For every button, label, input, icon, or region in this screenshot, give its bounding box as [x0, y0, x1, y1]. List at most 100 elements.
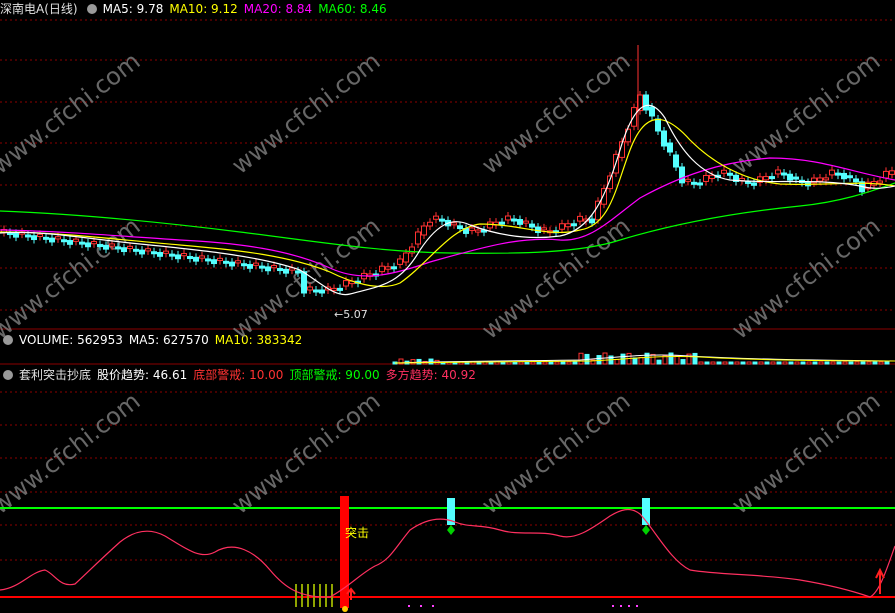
volume-bar: [806, 361, 812, 365]
candle: [235, 260, 241, 264]
watermark-layer: www.cfchi.com www.cfchi.com www.cfchi.com w…: [0, 47, 885, 520]
breakout-signal-label: 突击: [345, 525, 369, 540]
breakout-signal-bar: [340, 496, 349, 608]
volume-bar: [800, 361, 806, 365]
candle: [499, 221, 505, 225]
candle: [43, 236, 49, 240]
candle: [151, 251, 157, 255]
bottom-dot-icon: [342, 606, 348, 612]
candle: [577, 215, 583, 222]
candle: [343, 280, 349, 287]
candle: [127, 245, 133, 250]
candle: [295, 270, 301, 274]
watermark-text: www.cfchi.com: [726, 387, 885, 520]
candle: [259, 265, 265, 269]
candle: [187, 256, 193, 260]
candle: [883, 170, 889, 179]
candle: [175, 254, 181, 260]
watermark-text: www.cfchi.com: [226, 47, 385, 180]
volume-bar: [536, 361, 542, 365]
candle: [31, 235, 37, 241]
volume-bar: [410, 359, 416, 365]
volume-bar: [776, 361, 782, 365]
candle: [769, 176, 775, 180]
candle: [133, 248, 139, 252]
candle: [85, 242, 91, 248]
volume-bar: [854, 361, 860, 365]
candle: [283, 268, 289, 274]
candle: [223, 260, 229, 264]
candle: [469, 227, 475, 231]
candle: [13, 232, 19, 238]
bottom-signal-bars: [295, 584, 333, 607]
candle: [79, 241, 85, 245]
candle: [457, 225, 463, 230]
volume-bar: [650, 353, 656, 365]
volume-bar: [656, 359, 662, 365]
candle: [787, 173, 793, 181]
candle: [301, 271, 307, 294]
candle: [721, 169, 727, 174]
watermark-text: www.cfchi.com: [476, 387, 635, 520]
candle: [415, 231, 421, 245]
top-warning-markers: [447, 498, 650, 535]
volume-bar: [638, 356, 644, 365]
candle: [607, 175, 613, 190]
volume-bar: [818, 361, 824, 365]
candle: [841, 172, 847, 180]
volume-bar: [716, 361, 722, 365]
volume-bar: [572, 361, 578, 365]
volume-bar: [788, 361, 794, 365]
candle: [181, 253, 187, 257]
candle: [889, 170, 895, 175]
candle: [781, 172, 787, 176]
volume-bar: [524, 361, 530, 365]
candle: [91, 241, 97, 245]
candle: [517, 219, 523, 225]
volume-bar: [842, 361, 848, 365]
volume-bar: [878, 361, 884, 365]
volume-bar: [680, 359, 686, 365]
volume-bar: [518, 361, 524, 365]
candle: [565, 223, 571, 228]
volume-bar: [722, 361, 728, 365]
candle: [421, 225, 427, 236]
candle: [115, 246, 121, 250]
candle: [55, 236, 61, 240]
candle: [829, 169, 835, 176]
volume-bar: [512, 361, 518, 365]
candle: [379, 265, 385, 273]
volume-bar: [770, 361, 776, 365]
candle: [433, 215, 439, 220]
candle: [331, 287, 337, 291]
candle: [193, 256, 199, 262]
candle: [589, 218, 595, 224]
stock-chart-canvas[interactable]: www.cfchi.com www.cfchi.com www.cfchi.com w…: [0, 0, 895, 613]
low-price-label: ←5.07: [334, 308, 368, 321]
candle: [307, 286, 313, 291]
watermark-text: www.cfchi.com: [726, 212, 885, 345]
candle: [751, 182, 757, 186]
candle: [571, 223, 577, 227]
volume-bar: [740, 361, 746, 365]
candle: [37, 233, 43, 238]
candle: [199, 255, 205, 259]
candle: [817, 177, 823, 182]
volume-bar: [824, 361, 830, 365]
candle: [403, 252, 409, 263]
candle: [673, 154, 679, 168]
candle: [505, 215, 511, 221]
candle: [121, 247, 127, 253]
volume-bar: [734, 361, 740, 365]
candle: [49, 237, 55, 243]
candle: [139, 249, 145, 255]
candle: [709, 174, 715, 179]
watermark-text: www.cfchi.com: [476, 47, 635, 180]
volume-bar: [884, 361, 890, 365]
candle: [775, 169, 781, 175]
volume-bar: [416, 358, 422, 365]
candle: [685, 178, 691, 182]
candle: [697, 182, 703, 186]
candle: [763, 176, 769, 181]
volume-bar: [794, 361, 800, 365]
